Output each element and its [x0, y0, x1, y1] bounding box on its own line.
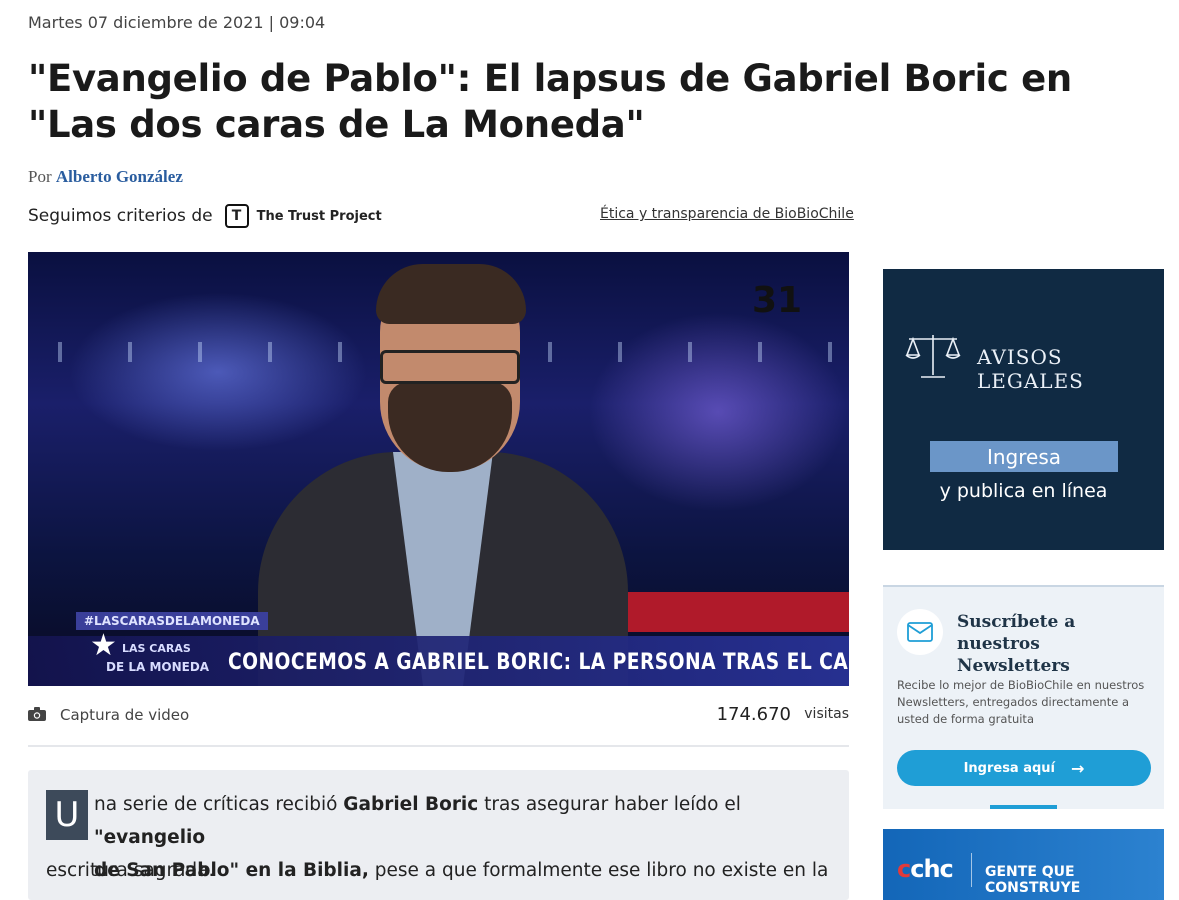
- byline: Por Alberto González: [28, 167, 183, 187]
- stage-glow: [68, 292, 368, 452]
- show-logo-line1: LAS CARAS: [122, 642, 191, 655]
- camera-icon: [28, 707, 46, 721]
- show-logo-line2: DE LA MONEDA: [106, 660, 210, 674]
- lead-bold: Gabriel Boric: [343, 794, 479, 815]
- photo-caption: Captura de video: [60, 706, 190, 724]
- newsletter-description: Recibe lo mejor de BioBioChile en nuestr…: [897, 678, 1145, 726]
- visits-label: visitas: [804, 706, 849, 722]
- divider: [971, 853, 972, 887]
- author-link[interactable]: Alberto González: [56, 167, 183, 186]
- avisos-legales-ad[interactable]: AVISOS LEGALES Ingresa y publica en líne…: [883, 269, 1164, 550]
- newsletter-title: Suscríbete a nuestros Newsletters: [957, 612, 1076, 676]
- lower-third-caption: CONOCEMOS A GABRIEL BORIC: LA PERSONA TR…: [228, 650, 849, 675]
- newsletter-accent-bar: [990, 805, 1057, 809]
- ingresa-button[interactable]: Ingresa: [930, 441, 1118, 472]
- show-logo: LAS CARAS DE LA MONEDA: [90, 640, 209, 676]
- trust-project-link[interactable]: T The Trust Project: [224, 204, 382, 228]
- arrow-right-icon: →: [1071, 758, 1085, 778]
- photo-meta: Captura de video 174.670 visitas: [28, 704, 849, 728]
- newsletter-button-label: Ingresa aquí: [963, 760, 1056, 776]
- lead-text: na serie de críticas recibió: [94, 794, 344, 815]
- divider: [28, 745, 849, 747]
- byline-prefix: Por: [28, 167, 52, 186]
- cchc-ad[interactable]: ccchcchc GENTE QUE CONSTRUYE: [883, 829, 1164, 900]
- lead-text-line3: escritura sagrada.: [46, 860, 215, 881]
- person-hair: [376, 264, 526, 324]
- newsletter-box: Suscríbete a nuestros Newsletters Recibe…: [883, 585, 1164, 809]
- cchc-logo: ccchcchc: [897, 855, 954, 883]
- avisos-legales-title: AVISOS LEGALES: [977, 345, 1084, 393]
- video-still[interactable]: 31 #LASCARASDELAMONEDA ★ LAS CARAS DE LA…: [28, 252, 849, 686]
- publica-text: y publica en línea: [939, 480, 1108, 502]
- lead-text: pese a que formalmente ese libro no exis…: [368, 860, 829, 881]
- dropcap: U: [46, 790, 88, 840]
- lead-text: tras asegurar haber leído el: [478, 794, 741, 815]
- ethics-link[interactable]: Ética y transparencia de BioBioChile: [600, 206, 854, 222]
- channel-logo: 31: [752, 280, 803, 321]
- trust-project-logo-icon: T: [224, 204, 249, 228]
- mail-icon-wrapper: [897, 609, 943, 655]
- trust-project-label: The Trust Project: [256, 208, 382, 224]
- person-glasses: [380, 350, 520, 384]
- scales-icon: [905, 335, 961, 378]
- visits-count: 174.670: [716, 704, 791, 725]
- cchc-slogan: GENTE QUE CONSTRUYE: [985, 864, 1081, 896]
- lead-bold: "evangelio: [94, 827, 206, 848]
- newsletter-subscribe-button[interactable]: Ingresa aquí →: [897, 750, 1151, 786]
- article-headline: "Evangelio de Pablo": El lapsus de Gabri…: [28, 57, 1072, 146]
- trust-criteria: Seguimos criterios de T The Trust Projec…: [28, 204, 382, 228]
- mail-icon: [907, 622, 933, 642]
- couch: [628, 592, 849, 632]
- article-lead: U na serie de críticas recibió Gabriel B…: [28, 770, 849, 900]
- article-date: Martes 07 diciembre de 2021 | 09:04: [28, 13, 326, 32]
- criteria-prefix: Seguimos criterios de: [28, 206, 213, 226]
